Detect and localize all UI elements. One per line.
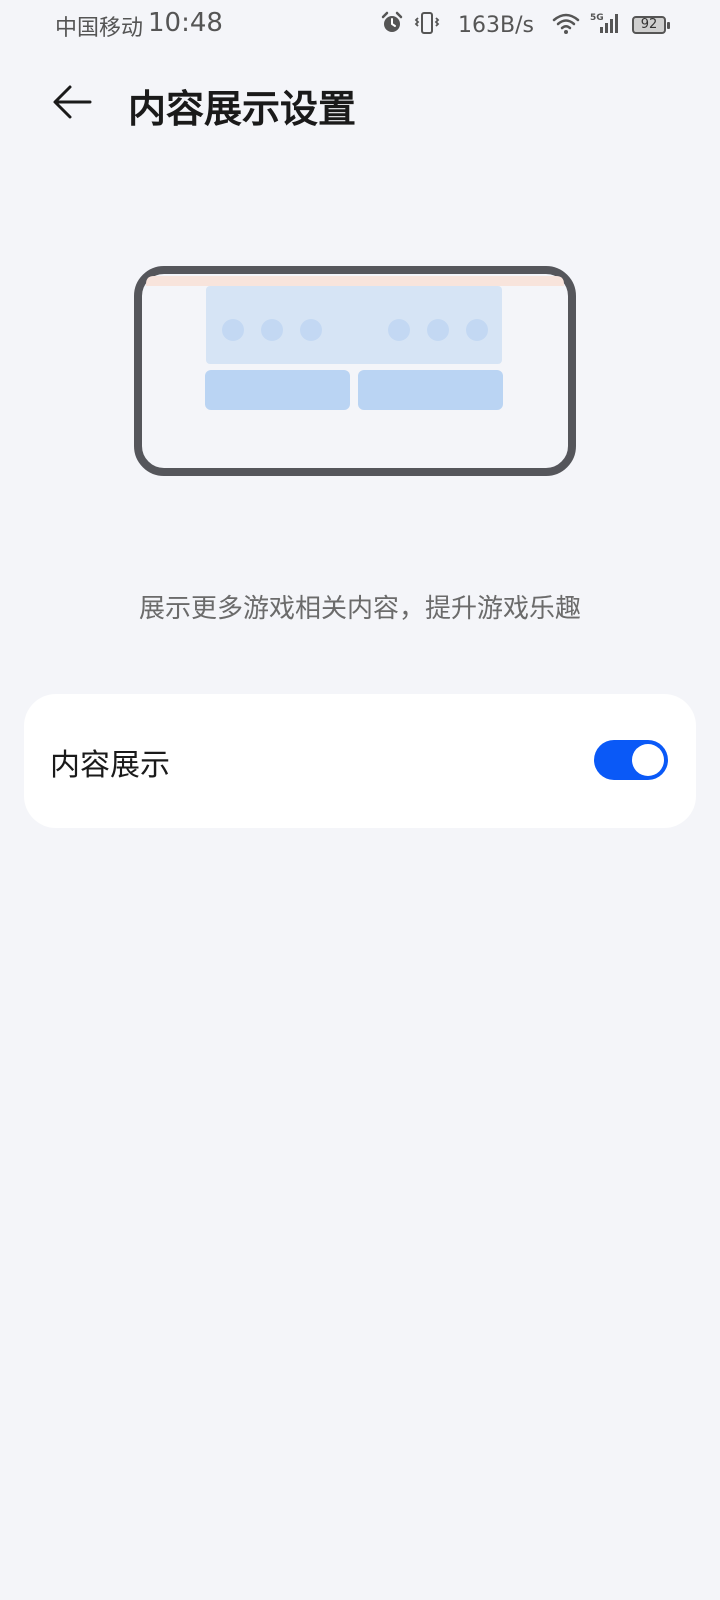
- back-button[interactable]: [40, 76, 104, 132]
- content-display-setting-card: 内容展示: [24, 694, 696, 828]
- status-icons: 163B/s 5G 92: [380, 10, 670, 40]
- content-display-label: 内容展示: [50, 748, 170, 783]
- toggle-knob: [632, 744, 664, 776]
- content-display-toggle[interactable]: [594, 740, 668, 780]
- battery-icon: 92: [632, 16, 670, 34]
- vibrate-icon: [414, 11, 440, 39]
- header: 内容展示设置: [0, 60, 720, 150]
- wifi-icon: [552, 11, 580, 39]
- feature-description: 展示更多游戏相关内容，提升游戏乐趣: [138, 594, 581, 624]
- status-clock: 10:48: [148, 8, 223, 38]
- content-display-illustration: [134, 266, 576, 476]
- carrier-name: 中国移动: [55, 16, 144, 41]
- net-speed: 163B/s: [458, 12, 534, 38]
- svg-text:5G: 5G: [590, 13, 604, 23]
- 5g-signal-icon: 5G: [590, 11, 622, 39]
- alarm-icon: [380, 11, 404, 39]
- arrow-left-icon: [50, 82, 94, 126]
- page-title: 内容展示设置: [128, 87, 357, 131]
- status-bar: 中国移动 10:48 163B/s 5G 92: [0, 0, 720, 50]
